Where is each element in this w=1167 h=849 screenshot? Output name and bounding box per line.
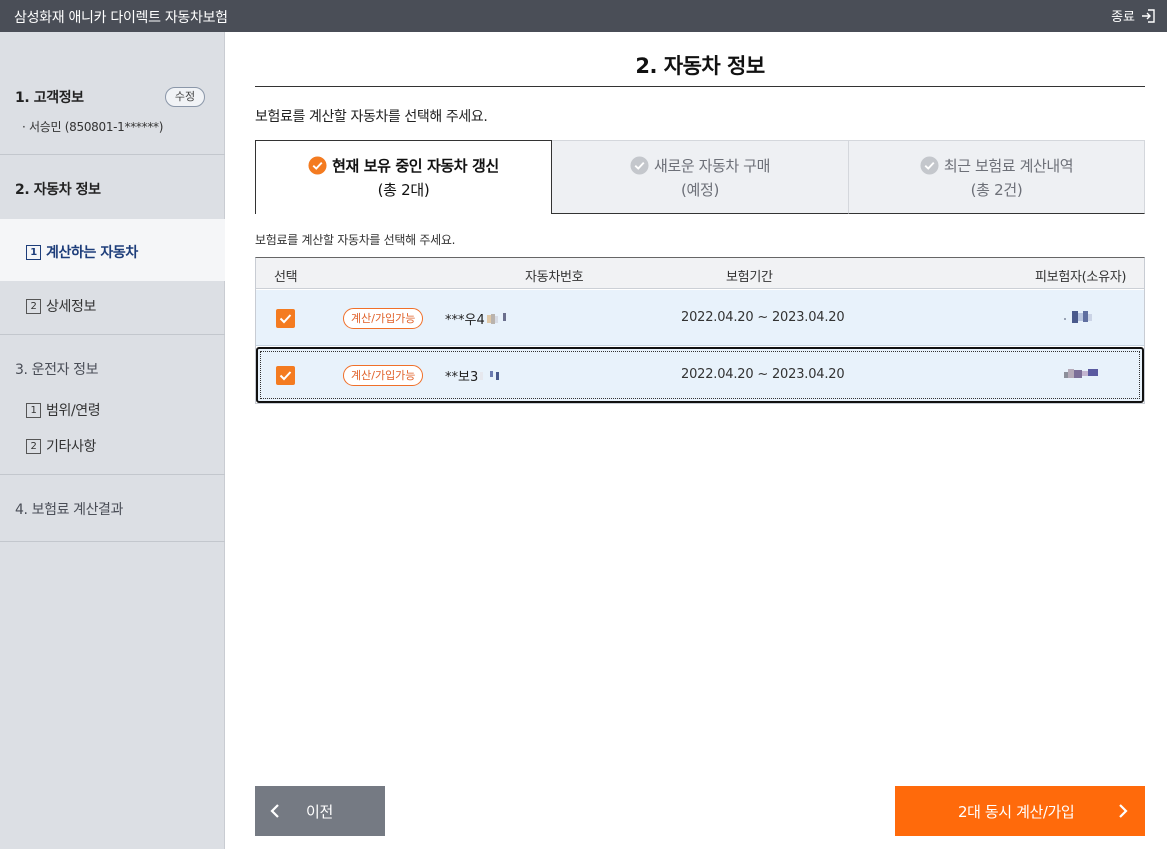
row-checkbox[interactable] xyxy=(276,309,295,328)
table-row[interactable]: 계산/가입가능 **보3 2022.04.20 ~ 2023.04.20 xyxy=(256,347,1144,403)
checkmark-icon xyxy=(279,314,292,324)
plate-cell: ***우4 xyxy=(445,309,509,328)
table-row[interactable]: 계산/가입가능 ***우4 2022.04.20 ~ 2023.04.20 xyxy=(256,290,1144,346)
customer-info: · 서승민 (850801-1******) xyxy=(22,120,164,134)
calculate-join-button[interactable]: 2대 동시 계산/가입 xyxy=(895,786,1145,836)
chevron-right-icon xyxy=(1119,804,1128,818)
prev-button-label: 이전 xyxy=(306,803,334,821)
row-checkbox[interactable] xyxy=(276,366,295,385)
checkmark-icon xyxy=(279,371,292,381)
plate-number: **보3 xyxy=(445,370,479,385)
tab-label: 새로운 자동차 구매 xyxy=(654,157,770,175)
sidebar-item-etc[interactable]: 2 기타사항 xyxy=(26,436,96,456)
sidebar-section-title: 3. 운전자 정보 xyxy=(15,362,99,378)
status-badge: 계산/가입가능 xyxy=(343,365,424,386)
step-number: 2 xyxy=(26,438,41,454)
title-divider xyxy=(255,86,1145,87)
table-instruction: 보험료를 계산할 자동차를 선택해 주세요. xyxy=(255,233,456,247)
tab-label: 최근 보험료 계산내역 xyxy=(943,157,1074,175)
title-bar: 삼성화재 애니카 다이렉트 자동차보험 종료 xyxy=(0,0,1167,32)
sidebar-item-label: 기타사항 xyxy=(46,439,96,455)
tab-current-vehicle[interactable]: 현재 보유 중인 자동차 갱신 (총 2대) xyxy=(255,140,552,214)
insurance-period: 2022.04.20 ~ 2023.04.20 xyxy=(681,310,845,325)
next-button-label: 2대 동시 계산/가입 xyxy=(958,803,1075,821)
page-title: 2. 자동차 정보 xyxy=(635,54,765,78)
sidebar-section-title: 4. 보험료 계산결과 xyxy=(15,502,124,518)
tab-recent-history[interactable]: 최근 보험료 계산내역 (총 2건) xyxy=(849,140,1145,214)
sidebar-section-title: 2. 자동차 정보 xyxy=(15,182,101,198)
sidebar: 1. 고객정보 수정 · 서승민 (850801-1******) 2. 자동차… xyxy=(0,32,225,849)
header-owner: 피보험자(소유자) xyxy=(1035,270,1127,285)
step-number: 1 xyxy=(26,244,41,260)
sidebar-item-details[interactable]: 2 상세정보 xyxy=(26,296,96,316)
plate-number: ***우4 xyxy=(445,313,485,328)
sidebar-section-customer: 1. 고객정보 수정 · 서승민 (850801-1******) xyxy=(0,32,225,155)
header-select: 선택 xyxy=(274,270,298,285)
app-title: 삼성화재 애니카 다이렉트 자동차보험 xyxy=(14,10,228,26)
insurance-period: 2022.04.20 ~ 2023.04.20 xyxy=(681,367,845,382)
sidebar-item-label: 범위/연령 xyxy=(46,403,101,419)
edit-customer-button[interactable]: 수정 xyxy=(165,87,205,107)
table-header: 선택 자동차번호 보험기간 피보험자(소유자) xyxy=(256,258,1144,289)
step-number: 2 xyxy=(26,298,41,314)
masked-owner-icon xyxy=(1064,311,1092,323)
exit-button[interactable]: 종료 xyxy=(1111,6,1155,25)
masked-owner-icon xyxy=(1064,369,1098,378)
status-badge: 계산/가입가능 xyxy=(343,308,424,329)
tab-label: 현재 보유 중인 자동차 갱신 xyxy=(332,157,499,175)
instruction-text: 보험료를 계산할 자동차를 선택해 주세요. xyxy=(255,109,488,125)
check-circle-icon xyxy=(630,156,649,175)
sidebar-item-range-age[interactable]: 1 범위/연령 xyxy=(26,400,101,420)
masked-text-icon xyxy=(486,312,506,324)
check-circle-icon xyxy=(920,156,939,175)
header-plate: 자동차번호 xyxy=(525,270,584,285)
exit-icon xyxy=(1142,8,1155,23)
tab-sublabel: (총 2건) xyxy=(970,181,1023,199)
vehicle-table: 선택 자동차번호 보험기간 피보험자(소유자) 계산/가입가능 ***우4 20… xyxy=(255,257,1145,404)
prev-button[interactable]: 이전 xyxy=(255,786,385,836)
sidebar-section-result: 4. 보험료 계산결과 xyxy=(0,475,225,542)
sidebar-item-label: 상세정보 xyxy=(46,299,96,315)
masked-text-icon xyxy=(480,370,500,380)
vehicle-tabs: 현재 보유 중인 자동차 갱신 (총 2대) 새로운 자동차 구매 (예정) 최… xyxy=(255,140,1145,214)
plate-cell: **보3 xyxy=(445,366,502,385)
tab-new-vehicle[interactable]: 새로운 자동차 구매 (예정) xyxy=(552,140,849,214)
tab-sublabel: (총 2대) xyxy=(377,181,430,199)
exit-label: 종료 xyxy=(1111,10,1135,25)
sidebar-item-calc-vehicle[interactable]: 1 계산하는 자동차 xyxy=(26,242,138,262)
chevron-left-icon xyxy=(270,804,279,818)
step-number: 1 xyxy=(26,402,41,418)
sidebar-section-title: 1. 고객정보 xyxy=(15,90,84,106)
check-circle-icon xyxy=(308,156,327,175)
header-period: 보험기간 xyxy=(726,270,773,285)
tab-sublabel: (예정) xyxy=(680,181,720,199)
sidebar-item-label: 계산하는 자동차 xyxy=(46,245,138,261)
